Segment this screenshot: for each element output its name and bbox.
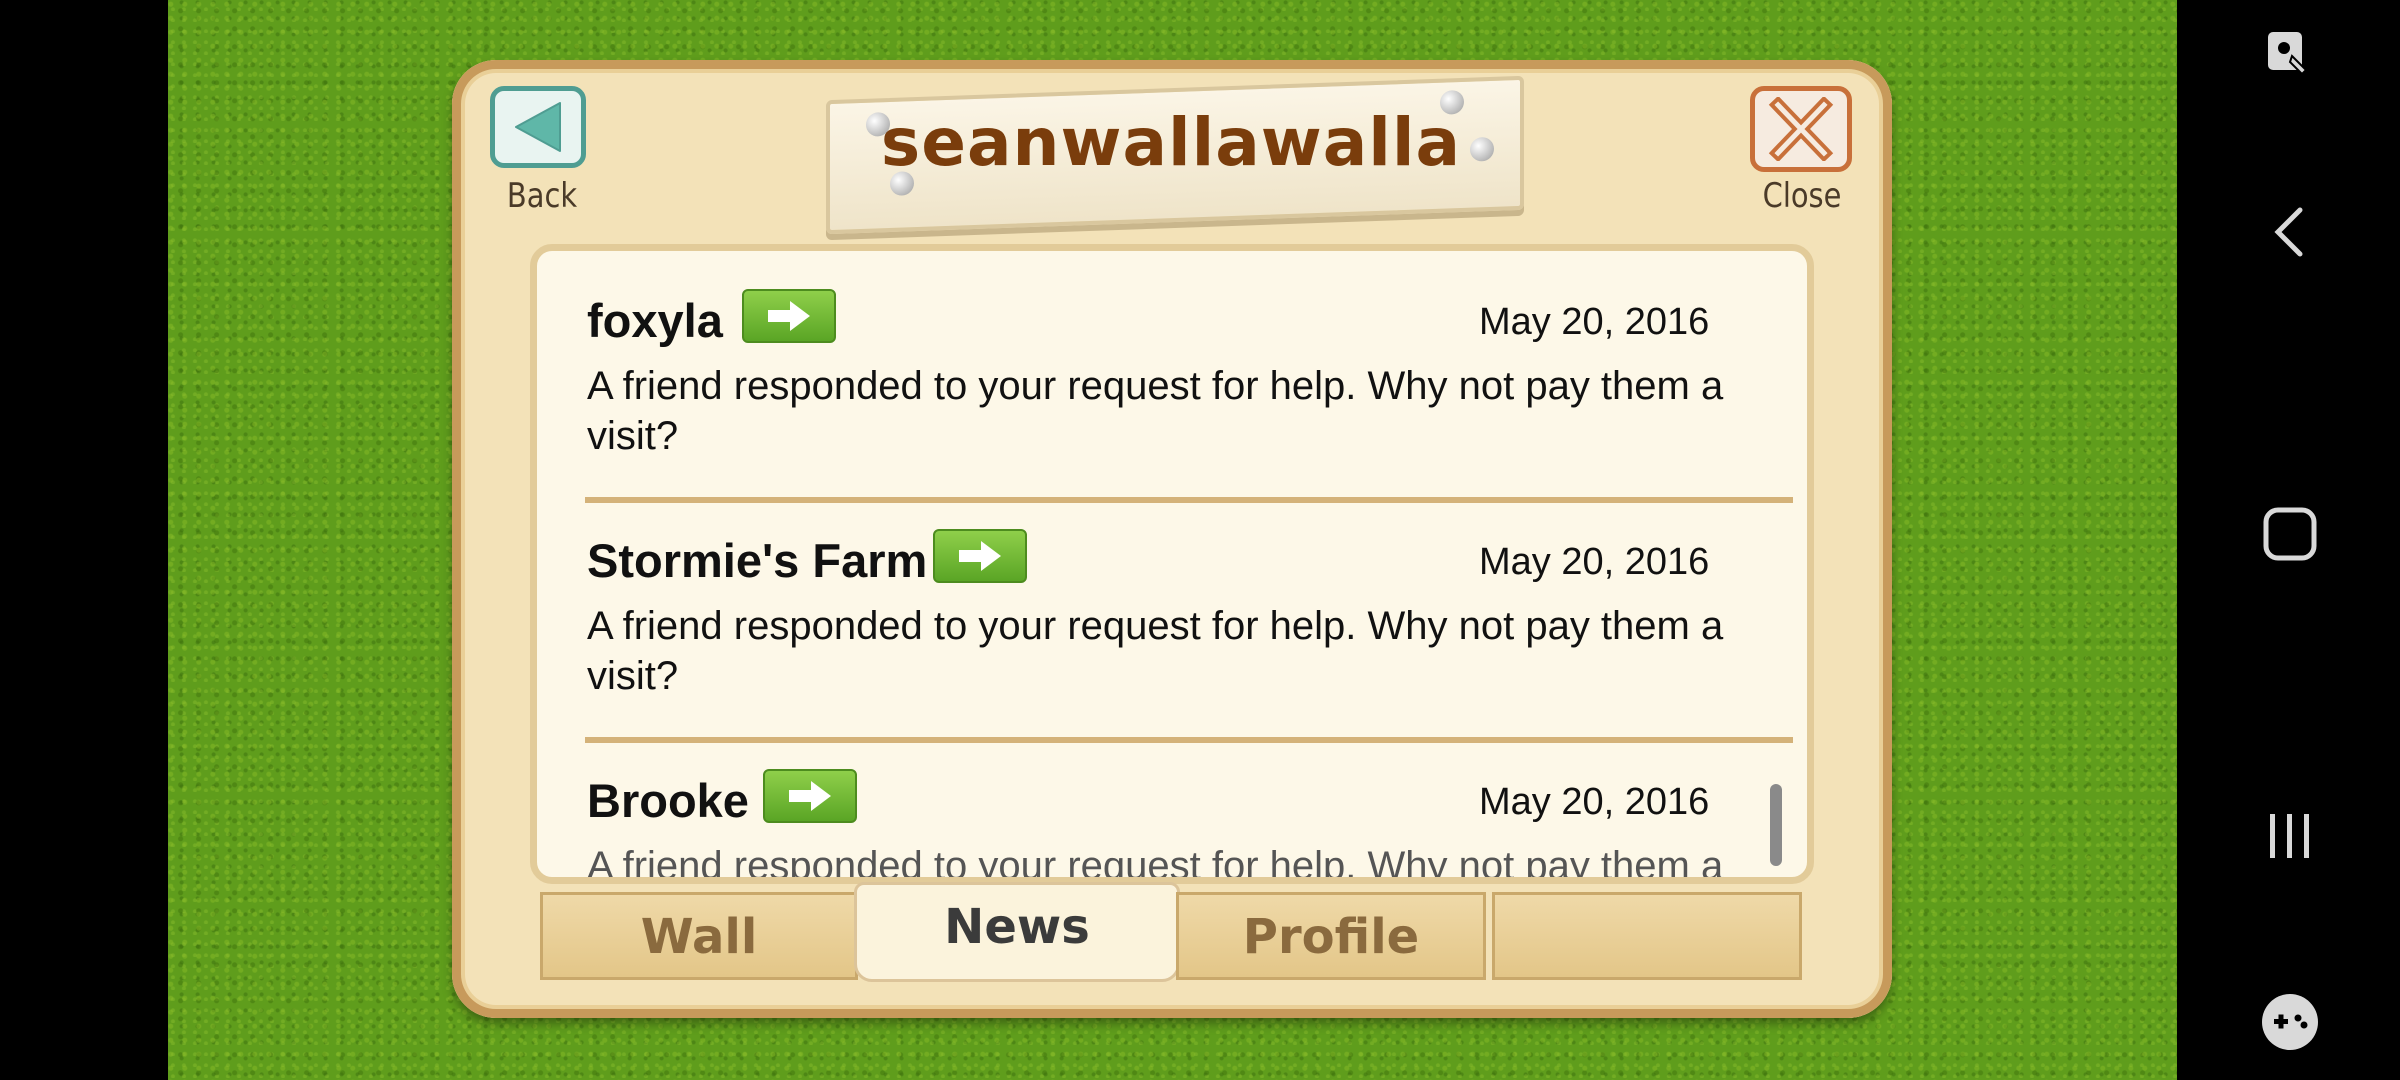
game-launcher-icon[interactable] bbox=[2258, 990, 2322, 1054]
tab-wall[interactable]: Wall bbox=[540, 892, 858, 980]
news-message: A friend responded to your request for h… bbox=[587, 844, 1724, 884]
friend-name: foxyla bbox=[587, 294, 723, 347]
arrow-right-icon bbox=[768, 301, 810, 331]
back-label: Back bbox=[506, 176, 578, 216]
back-button[interactable]: Back bbox=[490, 86, 594, 216]
news-date: May 20, 2016 bbox=[1479, 781, 1710, 823]
friend-name: Brooke bbox=[587, 774, 749, 827]
profile-name-title: seanwallawalla bbox=[880, 104, 1462, 181]
arrow-right-icon bbox=[789, 781, 831, 811]
visit-friend-button[interactable] bbox=[742, 289, 836, 343]
friend-name: Stormie's Farm bbox=[587, 534, 928, 587]
arrow-right-icon bbox=[959, 541, 1001, 571]
visit-friend-button[interactable] bbox=[933, 529, 1027, 583]
tab-profile[interactable]: Profile bbox=[1176, 892, 1486, 980]
tab-news[interactable]: News bbox=[854, 882, 1180, 982]
news-message: A friend responded to your request for h… bbox=[587, 364, 1724, 458]
news-message: A friend responded to your request for h… bbox=[587, 604, 1724, 698]
news-feed-list: foxyla May 20, 2016 A friend responded t… bbox=[537, 251, 1807, 884]
tab-bar: Wall News Profile bbox=[540, 882, 1806, 982]
back-triangle-icon bbox=[490, 86, 586, 168]
close-label: Close bbox=[1762, 176, 1842, 216]
tab-empty bbox=[1492, 892, 1802, 980]
visit-friend-button[interactable] bbox=[763, 769, 857, 823]
close-button[interactable]: Close bbox=[1750, 86, 1854, 216]
scrollbar-thumb[interactable] bbox=[1770, 784, 1782, 866]
news-date: May 20, 2016 bbox=[1479, 541, 1710, 583]
news-item: Brooke May 20, 2016 A friend responded t… bbox=[587, 731, 1797, 884]
news-feed-panel[interactable]: foxyla May 20, 2016 A friend responded t… bbox=[530, 244, 1814, 884]
news-date: May 20, 2016 bbox=[1479, 301, 1710, 343]
home-icon[interactable] bbox=[2258, 502, 2322, 566]
close-x-icon bbox=[1750, 86, 1852, 172]
back-arrow-icon[interactable] bbox=[2258, 200, 2322, 264]
news-item: Stormie's Farm May 20, 2016 A friend res… bbox=[587, 491, 1797, 731]
screen-pin-icon[interactable] bbox=[2258, 22, 2322, 86]
news-item: foxyla May 20, 2016 A friend responded t… bbox=[587, 251, 1797, 491]
recent-apps-icon[interactable] bbox=[2258, 804, 2322, 868]
